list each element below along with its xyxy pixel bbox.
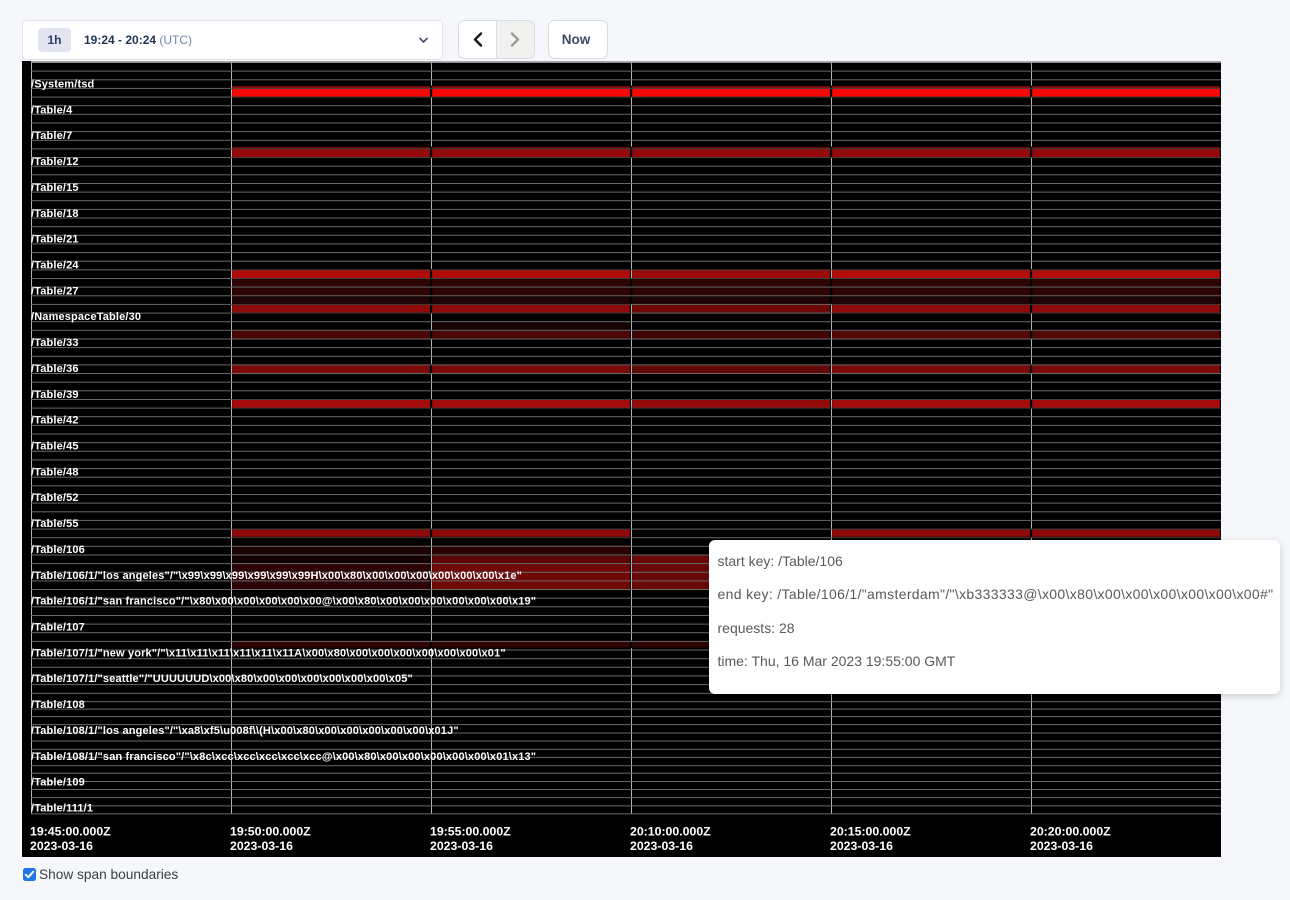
svg-text:/Table/108: /Table/108 bbox=[31, 699, 85, 711]
svg-text:2023-03-16: 2023-03-16 bbox=[830, 839, 893, 853]
svg-text:20:20:00.000Z: 20:20:00.000Z bbox=[1030, 825, 1111, 839]
svg-text:/Table/108/1/"san francisco"/": /Table/108/1/"san francisco"/"\x8c\xcc\x… bbox=[31, 751, 536, 763]
svg-text:19:45:00.000Z: 19:45:00.000Z bbox=[30, 825, 111, 839]
svg-text:/Table/18: /Table/18 bbox=[31, 208, 79, 220]
svg-text:/Table/106: /Table/106 bbox=[31, 544, 85, 556]
svg-text:/Table/39: /Table/39 bbox=[31, 389, 79, 401]
svg-text:/Table/52: /Table/52 bbox=[31, 492, 79, 504]
svg-text:/Table/24: /Table/24 bbox=[31, 260, 79, 272]
svg-text:/Table/27: /Table/27 bbox=[31, 285, 79, 297]
svg-text:/System/tsd: /System/tsd bbox=[31, 79, 94, 91]
svg-text:/Table/4: /Table/4 bbox=[31, 104, 73, 116]
svg-text:/Table/106/1/"los angeles"/"\x: /Table/106/1/"los angeles"/"\x99\x99\x99… bbox=[31, 570, 522, 582]
svg-text:/Table/48: /Table/48 bbox=[31, 466, 79, 478]
svg-text:/Table/111/1: /Table/111/1 bbox=[31, 803, 93, 815]
svg-text:20:15:00.000Z: 20:15:00.000Z bbox=[830, 825, 911, 839]
svg-text:/Table/106/1/"san francisco"/": /Table/106/1/"san francisco"/"\x80\x00\x… bbox=[31, 596, 536, 608]
svg-text:19:55:00.000Z: 19:55:00.000Z bbox=[430, 825, 511, 839]
svg-text:/NamespaceTable/30: /NamespaceTable/30 bbox=[31, 311, 141, 323]
svg-text:/Table/108/1/"los angeles"/"\x: /Table/108/1/"los angeles"/"\xa8\xf5\u00… bbox=[31, 725, 459, 737]
svg-text:/Table/107/1/"new york"/"\x11\: /Table/107/1/"new york"/"\x11\x11\x11\x1… bbox=[31, 647, 506, 659]
svg-text:/Table/109: /Table/109 bbox=[31, 777, 85, 789]
svg-text:2023-03-16: 2023-03-16 bbox=[30, 839, 93, 853]
svg-text:/Table/45: /Table/45 bbox=[31, 441, 79, 453]
svg-text:/Table/36: /Table/36 bbox=[31, 363, 79, 375]
svg-text:2023-03-16: 2023-03-16 bbox=[430, 839, 493, 853]
svg-text:19:50:00.000Z: 19:50:00.000Z bbox=[230, 825, 311, 839]
svg-text:2023-03-16: 2023-03-16 bbox=[1030, 839, 1093, 853]
svg-text:/Table/42: /Table/42 bbox=[31, 415, 79, 427]
svg-text:2023-03-16: 2023-03-16 bbox=[630, 839, 693, 853]
svg-text:/Table/55: /Table/55 bbox=[31, 518, 79, 530]
svg-text:/Table/33: /Table/33 bbox=[31, 337, 79, 349]
svg-text:/Table/21: /Table/21 bbox=[31, 234, 79, 246]
svg-text:2023-03-16: 2023-03-16 bbox=[230, 839, 293, 853]
svg-text:/Table/107: /Table/107 bbox=[31, 622, 85, 634]
svg-text:/Table/107/1/"seattle"/"UUUUUU: /Table/107/1/"seattle"/"UUUUUUD\x00\x80\… bbox=[31, 673, 413, 685]
svg-text:/Table/12: /Table/12 bbox=[31, 156, 79, 168]
svg-text:/Table/7: /Table/7 bbox=[31, 130, 72, 142]
svg-text:/Table/15: /Table/15 bbox=[31, 182, 79, 194]
svg-text:20:10:00.000Z: 20:10:00.000Z bbox=[630, 825, 711, 839]
